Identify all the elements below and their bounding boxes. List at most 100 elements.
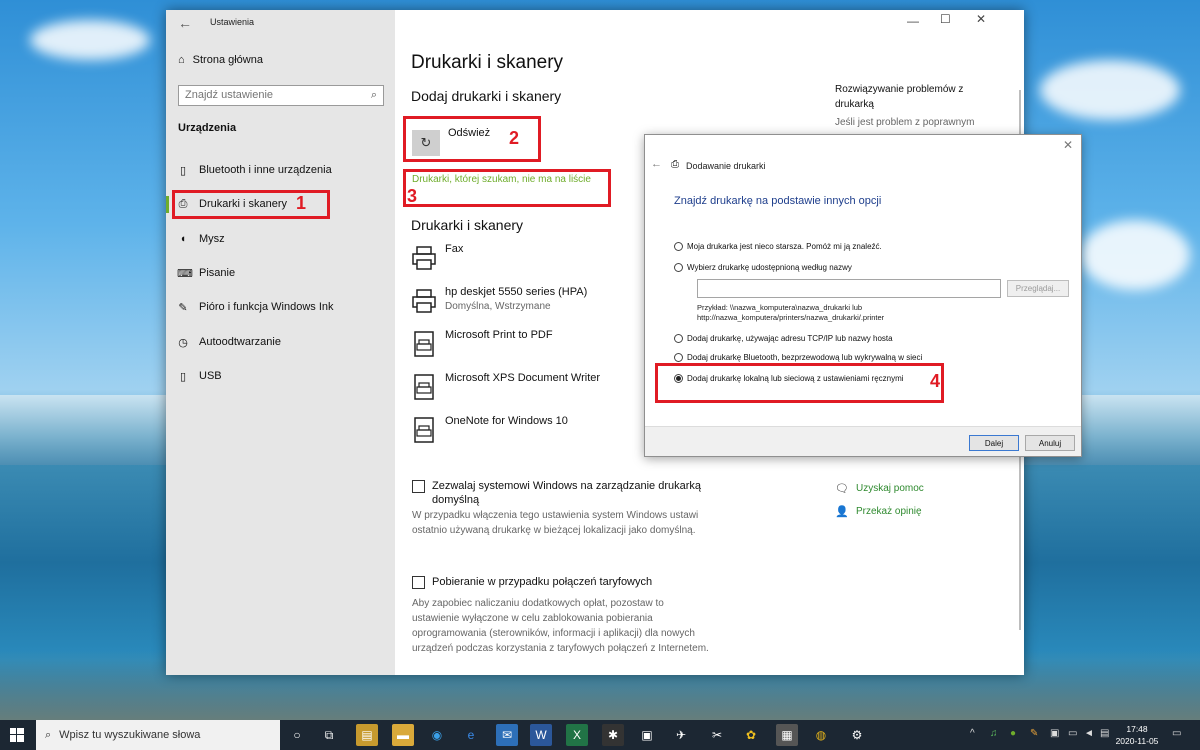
- troubleshoot-description: Jeśli jest problem z poprawnym: [835, 117, 975, 128]
- tray-app-icon[interactable]: ✎: [1030, 728, 1038, 739]
- annotation-box-1: [172, 190, 330, 219]
- keyboard-icon: ⌨: [177, 267, 193, 280]
- close-icon[interactable]: ✕: [976, 12, 986, 26]
- cancel-button[interactable]: Anuluj: [1025, 435, 1075, 451]
- page-title: Drukarki i skanery: [411, 52, 564, 73]
- printer-icon: [412, 246, 436, 270]
- sidebar-item-mouse[interactable]: ◖ Mysz: [166, 224, 395, 254]
- annotation-box-3: [403, 169, 611, 207]
- settings-gear-icon[interactable]: ⚙: [846, 724, 868, 746]
- printer-name: Microsoft XPS Document Writer: [445, 372, 601, 384]
- snipping-icon[interactable]: ✂: [706, 724, 728, 746]
- metered-download-checkbox[interactable]: [412, 576, 425, 589]
- volume-icon[interactable]: ◄: [1084, 728, 1094, 739]
- app-icon[interactable]: ✱: [602, 724, 624, 746]
- computer-icon[interactable]: ▣: [636, 724, 658, 746]
- wallpaper-cloud: [1080, 220, 1190, 290]
- dialog-footer: Dalej Anuluj: [645, 426, 1081, 456]
- network-icon[interactable]: ▭: [1068, 728, 1077, 739]
- radio-label: Moja drukarka jest nieco starsza. Pomóż …: [687, 242, 882, 251]
- printer-name: Microsoft Print to PDF: [445, 329, 553, 341]
- settings-search[interactable]: ⌕: [178, 85, 384, 106]
- cortana-icon[interactable]: ○: [286, 724, 308, 746]
- close-icon[interactable]: ✕: [1063, 138, 1073, 152]
- dialog-heading: Znajdź drukarkę na podstawie innych opcj…: [674, 195, 882, 207]
- tray-chevron-icon[interactable]: ^: [970, 728, 975, 739]
- add-printer-dialog: ✕ ← ⎙ Dodawanie drukarki Znajdź drukarkę…: [644, 134, 1082, 457]
- calculator-icon[interactable]: ▦: [776, 724, 798, 746]
- printer-status: Domyślna, Wstrzymane: [445, 301, 551, 312]
- excel-icon[interactable]: X: [566, 724, 588, 746]
- give-feedback-link[interactable]: 👤 Przekaż opinię: [835, 505, 922, 518]
- next-button[interactable]: Dalej: [969, 435, 1019, 451]
- windows-start-icon[interactable]: [10, 728, 24, 742]
- edge-icon[interactable]: ◉: [426, 724, 448, 746]
- radio-button[interactable]: [674, 334, 683, 343]
- tray-app-icon[interactable]: ●: [1010, 728, 1016, 739]
- give-feedback-label: Przekaż opinię: [856, 506, 922, 517]
- radio-label: Dodaj drukarkę, używając adresu TCP/IP l…: [687, 334, 893, 343]
- printer-icon: [412, 289, 436, 313]
- keyboard-layout-icon[interactable]: ▤: [1100, 728, 1109, 739]
- pen-icon: ✎: [178, 301, 188, 314]
- printers-list-title: Drukarki i skanery: [411, 217, 524, 233]
- tray-app-icon[interactable]: ♫: [990, 728, 998, 739]
- add-section-title: Dodaj drukarki i skanery: [411, 88, 562, 104]
- file-explorer-icon[interactable]: ▤: [356, 724, 378, 746]
- get-help-link[interactable]: 🗨 Uzyskaj pomoc: [835, 482, 924, 495]
- radio-option-tcpip[interactable]: Dodaj drukarkę, używając adresu TCP/IP l…: [674, 334, 893, 343]
- annotation-number-2: 2: [509, 128, 520, 148]
- folder-icon[interactable]: ▬: [392, 724, 414, 746]
- home-icon: ⌂: [178, 54, 185, 66]
- maximize-icon[interactable]: ☐: [940, 12, 951, 26]
- browse-button[interactable]: Przeglądaj...: [1007, 280, 1069, 297]
- annotation-box-2: [403, 116, 541, 162]
- sidebar-item-autoplay[interactable]: ◷ Autoodtwarzanie: [166, 327, 395, 357]
- radio-label: Wybierz drukarkę udostępnioną według naz…: [687, 263, 852, 272]
- mail-icon[interactable]: ✉: [496, 724, 518, 746]
- get-help-label: Uzyskaj pomoc: [856, 483, 924, 494]
- clock-time: 17:48: [1126, 724, 1148, 734]
- paint-tool-icon[interactable]: ✈: [670, 724, 692, 746]
- usb-icon: ▯: [179, 370, 187, 383]
- sidebar-item-typing[interactable]: ⌨ Pisanie: [166, 258, 395, 288]
- radio-button[interactable]: [674, 263, 683, 272]
- onenote-printer-icon: [414, 417, 434, 443]
- metered-download-option[interactable]: Pobieranie w przypadku połączeń taryfowy…: [412, 575, 652, 589]
- taskbar-search-placeholder: Wpisz tu wyszukiwane słowa: [59, 729, 201, 741]
- home-link[interactable]: ⌂ Strona główna: [178, 54, 263, 66]
- radio-option-bluetooth-wireless[interactable]: Dodaj drukarkę Bluetooth, bezprzewodową …: [674, 353, 922, 362]
- printer-icon: ⎙: [671, 159, 679, 170]
- help-chat-icon: 🗨: [835, 483, 849, 495]
- example-text: Przykład: \\nazwa_komputera\nazwa_drukar…: [697, 303, 885, 322]
- radio-option-older-printer[interactable]: Moja drukarka jest nieco starsza. Pomóż …: [674, 242, 882, 251]
- word-icon[interactable]: W: [530, 724, 552, 746]
- radio-option-shared-by-name[interactable]: Wybierz drukarkę udostępnioną według naz…: [674, 263, 852, 272]
- annotation-number-3: 3: [407, 186, 418, 206]
- xps-printer-icon: [414, 374, 434, 400]
- printer-name: Fax: [445, 243, 464, 255]
- settings-search-input[interactable]: [185, 89, 355, 101]
- shared-printer-name-input[interactable]: [697, 279, 1001, 298]
- chrome-icon[interactable]: ◍: [810, 724, 832, 746]
- radio-button[interactable]: [674, 353, 683, 362]
- default-printer-mgmt-checkbox[interactable]: [412, 480, 425, 493]
- annotation-number-1: 1: [296, 193, 307, 213]
- sidebar-item-usb[interactable]: ▯ USB: [166, 361, 395, 391]
- taskbar-search[interactable]: ⌕ Wpisz tu wyszukiwane słowa: [36, 720, 280, 750]
- minimize-icon[interactable]: —: [907, 14, 919, 28]
- ie-icon[interactable]: e: [460, 724, 482, 746]
- sidebar-item-bluetooth[interactable]: ▯ Bluetooth i inne urządzenia: [166, 155, 395, 185]
- radio-button[interactable]: [674, 242, 683, 251]
- back-arrow-icon[interactable]: ←: [651, 158, 662, 170]
- printer-name: hp deskjet 5550 series (HPA): [445, 286, 588, 298]
- paint-icon[interactable]: ✿: [740, 724, 762, 746]
- sidebar-item-pen[interactable]: ✎ Pióro i funkcja Windows Ink: [166, 292, 395, 322]
- task-view-icon[interactable]: ⧉: [318, 724, 340, 746]
- default-printer-mgmt-option[interactable]: Zezwalaj systemowi Windows na zarządzani…: [412, 479, 701, 507]
- back-arrow-icon[interactable]: ←: [178, 15, 192, 31]
- metered-download-label: Pobieranie w przypadku połączeń taryfowy…: [432, 576, 653, 588]
- tray-app-icon[interactable]: ▣: [1050, 728, 1059, 739]
- taskbar-clock[interactable]: 17:48 2020-11-05: [1114, 723, 1160, 747]
- notification-icon[interactable]: ▭: [1172, 728, 1181, 739]
